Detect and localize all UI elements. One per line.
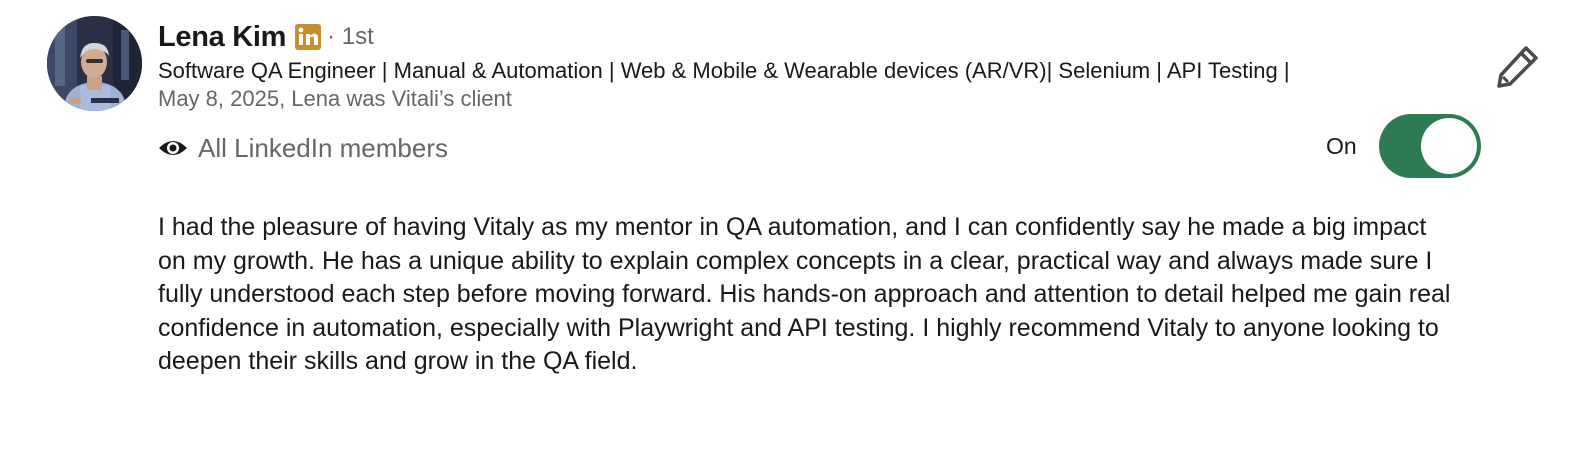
toggle-state-label: On	[1326, 132, 1357, 159]
connection-degree: · 1st	[327, 23, 374, 50]
toggle-knob	[1420, 118, 1477, 174]
linkedin-premium-icon	[295, 24, 322, 50]
author-headline: Software QA Engineer | Manual & Automati…	[158, 58, 1290, 83]
author-name[interactable]: Lena Kim	[158, 21, 286, 54]
avatar[interactable]	[47, 16, 142, 111]
recommendation-meta: May 8, 2025, Lena was Vitali’s client	[158, 86, 512, 111]
author-header: Lena Kim · 1st Software QA Engineer | Ma…	[158, 18, 1448, 112]
recommendation-text: I had the pleasure of having Vitaly as m…	[158, 213, 1451, 375]
visibility-setting: All LinkedIn members	[158, 130, 448, 166]
visibility-label: All LinkedIn members	[198, 132, 448, 163]
visibility-toggle[interactable]	[1378, 114, 1481, 178]
recommendation-card: Lena Kim · 1st Software QA Engineer | Ma…	[0, 0, 1588, 450]
visibility-toggle-group: On	[1326, 114, 1481, 178]
name-row: Lena Kim · 1st	[158, 18, 1448, 56]
pencil-icon	[1497, 46, 1538, 88]
eye-icon	[159, 141, 187, 155]
edit-button[interactable]	[1494, 42, 1542, 90]
profile-photo	[47, 16, 142, 111]
